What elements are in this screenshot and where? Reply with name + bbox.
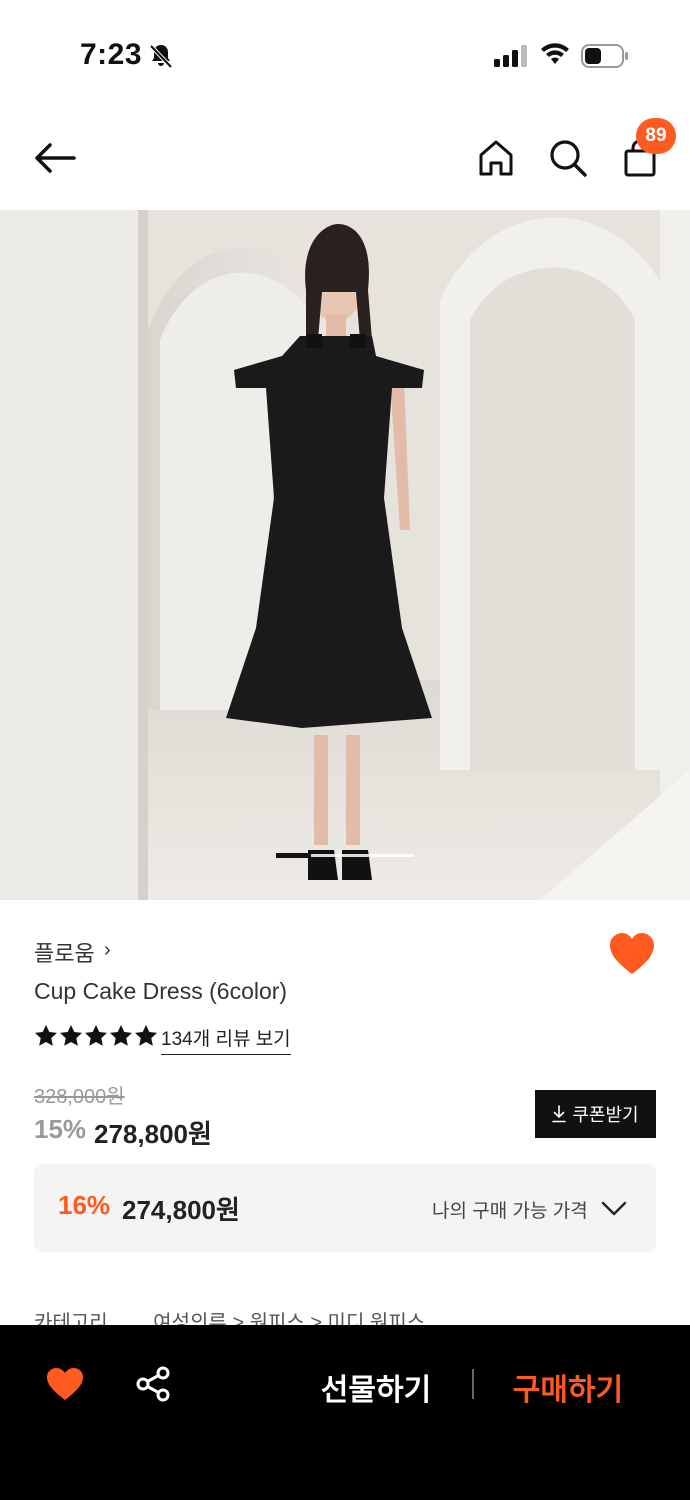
review-link[interactable]: 134개 리뷰 보기 <box>161 1024 291 1055</box>
divider <box>472 1369 474 1399</box>
category-label: 카테고리 <box>34 1312 108 1326</box>
battery-icon <box>581 44 628 68</box>
coupon-label: 쿠폰받기 <box>572 1105 639 1125</box>
category-breadcrumb: 카테고리 여성의류 > 원피스 > 미디 원피스 <box>34 1306 465 1326</box>
star-icon <box>110 1025 132 1046</box>
star-icon <box>60 1025 82 1046</box>
search-icon[interactable] <box>546 136 590 180</box>
signal-icon <box>494 45 527 67</box>
wishlist-heart-icon[interactable] <box>608 932 656 976</box>
status-time: 7:23 <box>80 38 143 71</box>
coupon-button[interactable]: 쿠폰받기 <box>535 1090 656 1138</box>
app-header <box>0 110 690 210</box>
chevron-down-icon <box>601 1201 627 1216</box>
home-icon[interactable] <box>474 136 518 180</box>
buy-button[interactable]: 구매하기 <box>496 1365 640 1407</box>
share-icon[interactable] <box>134 1365 172 1403</box>
wishlist-heart-icon[interactable] <box>46 1367 84 1401</box>
status-bar: 7:23 <box>0 0 690 110</box>
sale-price: 278,800원 <box>94 1119 212 1149</box>
discount-rate: 15% <box>34 1114 87 1144</box>
star-icon <box>85 1025 107 1046</box>
carousel-indicator-thumb <box>276 853 311 858</box>
product-name: Cup Cake Dress (6color) <box>34 978 288 1004</box>
download-icon <box>552 1105 567 1123</box>
my-price: 274,800원 <box>122 1195 240 1225</box>
star-icon <box>135 1025 157 1046</box>
bottom-action-bar: 선물하기 구매하기 <box>0 1325 690 1500</box>
cart-count-badge: 89 <box>636 118 676 154</box>
product-photo <box>0 210 690 900</box>
category-path[interactable]: 여성의류 > 원피스 > 미디 원피스 <box>153 1312 425 1326</box>
my-price-label: 나의 구매 가능 가격 <box>432 1201 588 1222</box>
bell-off-icon <box>149 44 173 69</box>
my-discount-rate: 16% <box>58 1190 111 1220</box>
product-image[interactable] <box>0 210 690 900</box>
rating-stars <box>34 1024 158 1050</box>
back-arrow-icon[interactable] <box>30 138 78 178</box>
my-price-dropdown[interactable]: 16% 274,800원 나의 구매 가능 가격 <box>34 1164 656 1252</box>
gift-button[interactable]: 선물하기 <box>304 1365 448 1407</box>
wifi-icon <box>541 43 569 64</box>
brand-link[interactable]: 플로움 <box>34 936 95 968</box>
original-price: 328,000원 <box>34 1086 125 1108</box>
chevron-right-icon: › <box>104 939 111 961</box>
star-icon <box>35 1025 57 1046</box>
